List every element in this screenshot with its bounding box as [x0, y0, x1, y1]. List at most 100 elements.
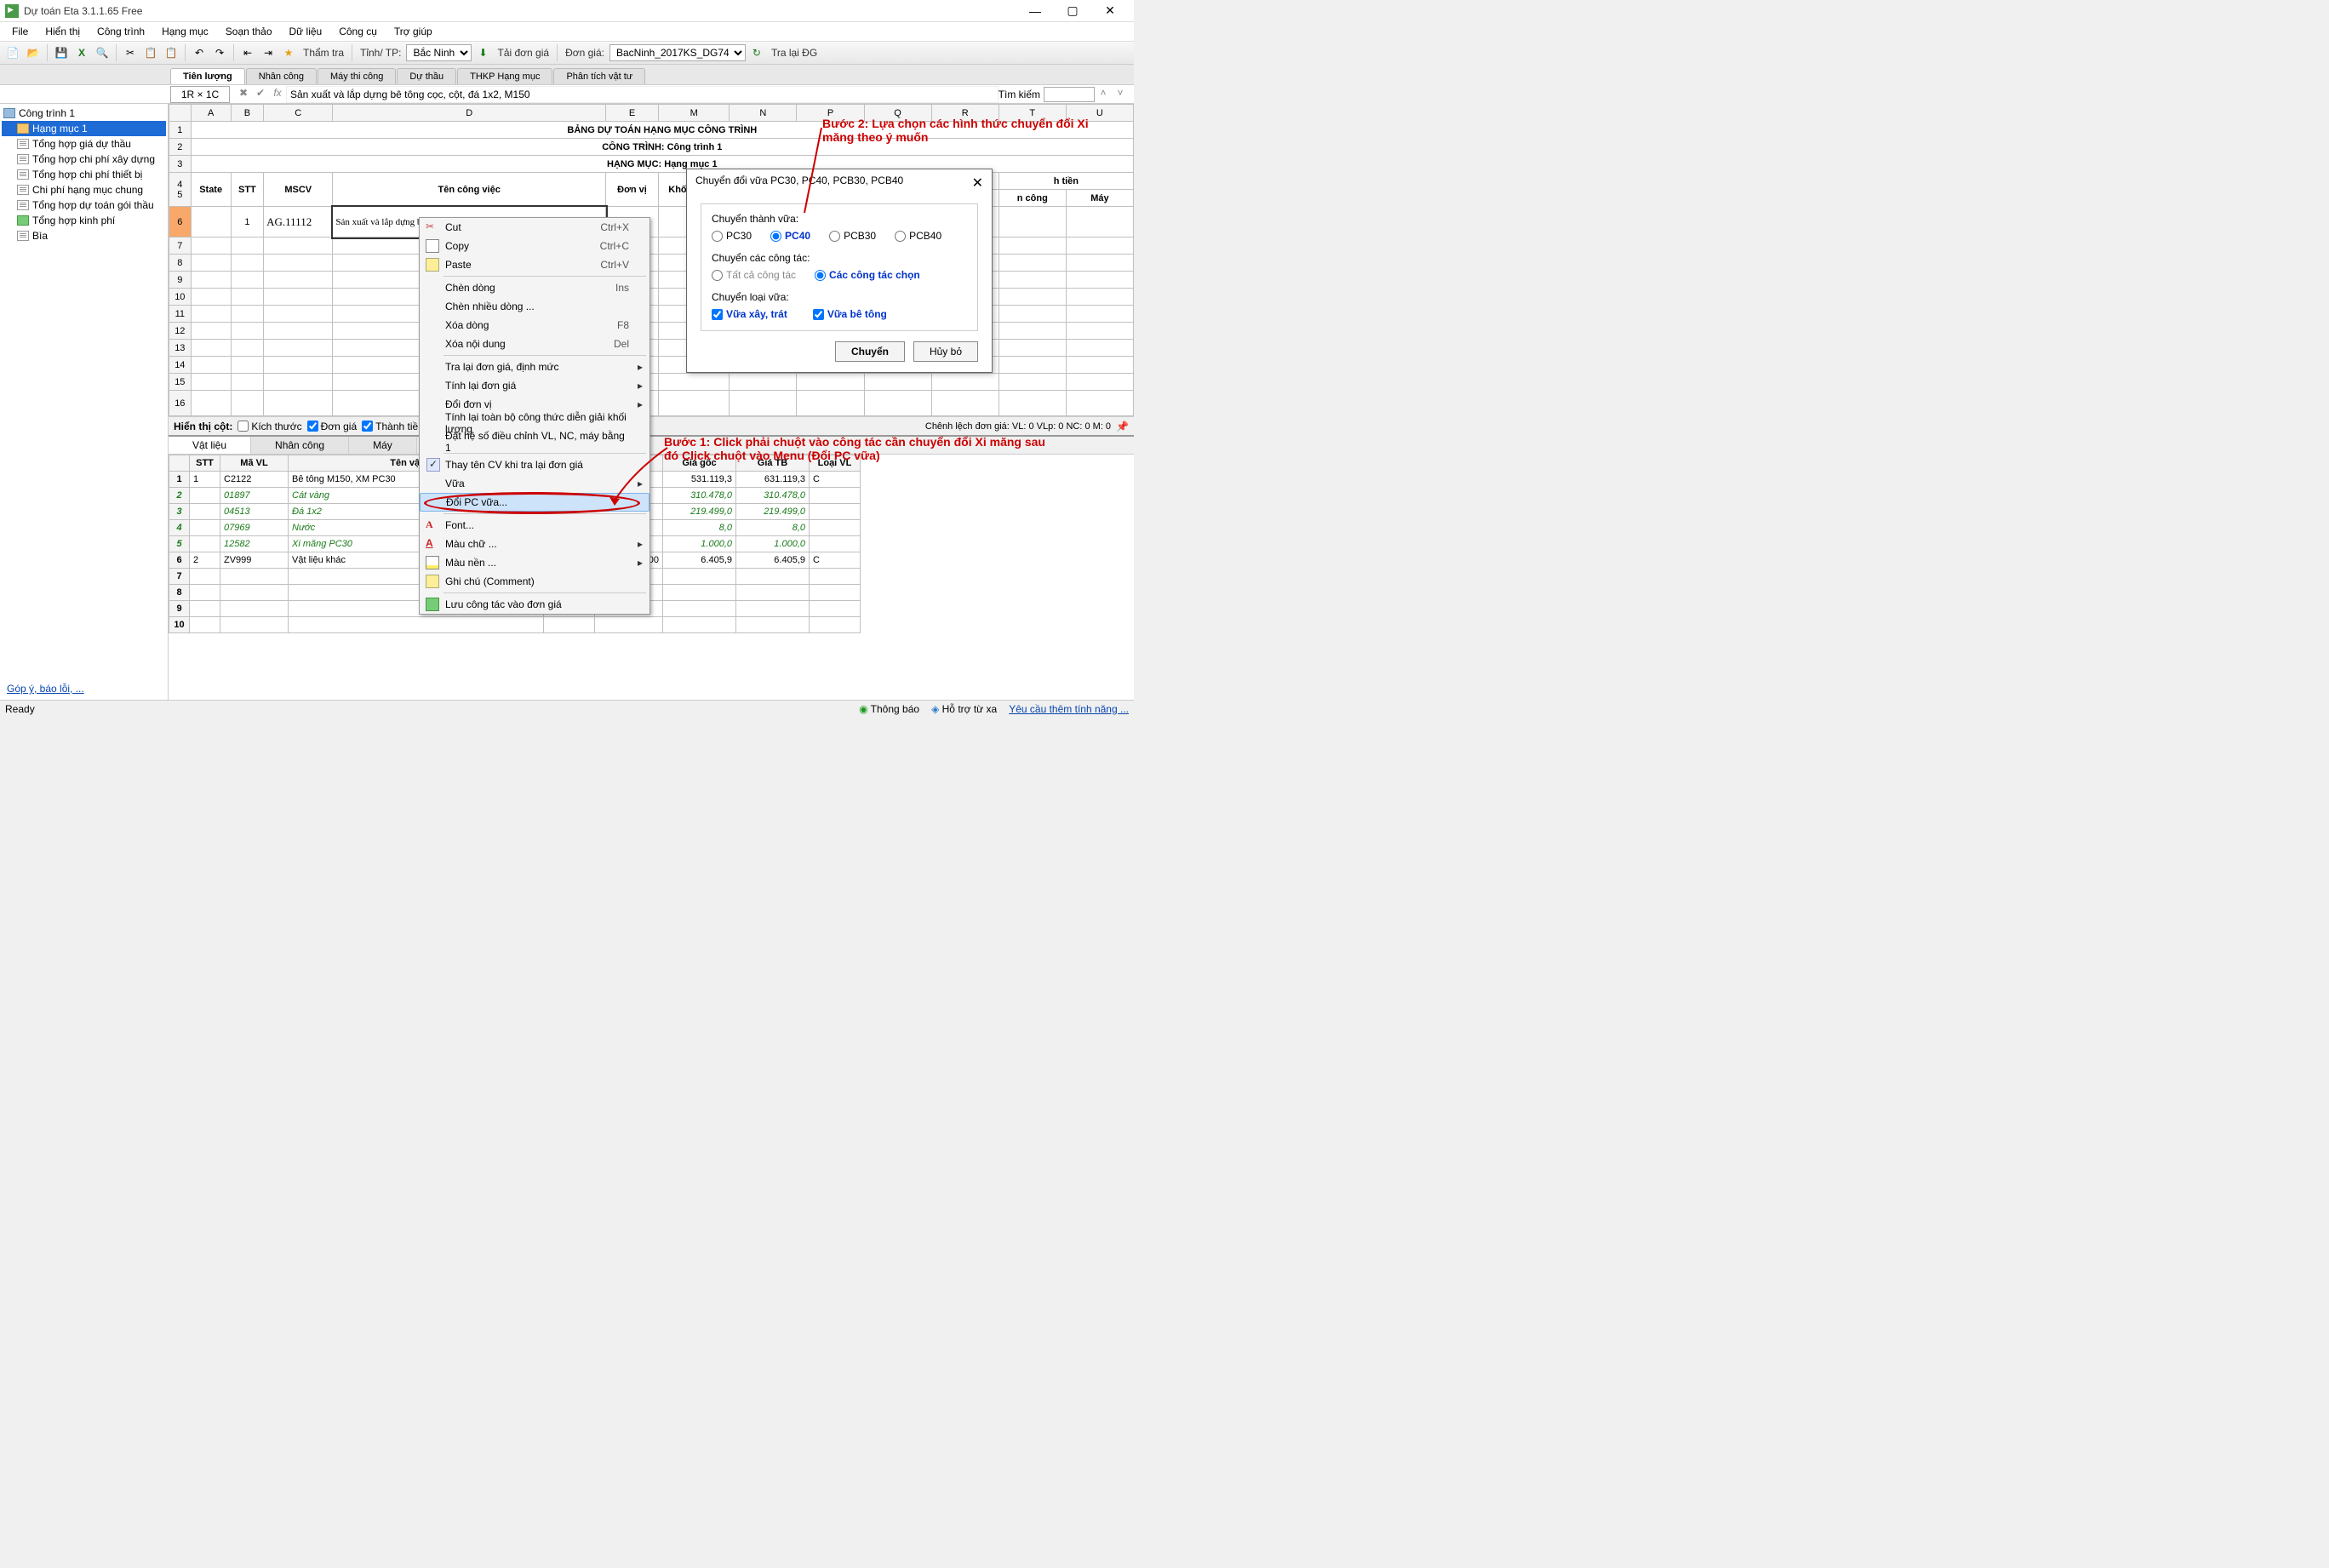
formula-bar: 1R × 1C ✖ ✔ fx Sản xuất và lắp dựng bê t… [0, 85, 1134, 104]
ctx-x-a-d-ng[interactable]: Xóa dòngF8 [420, 316, 649, 335]
ctx-font-[interactable]: AFont... [420, 516, 649, 535]
ctx-x-a-n-i-dung[interactable]: Xóa nội dungDel [420, 335, 649, 353]
ctx-l-u-c-ng-t-c-v-o-n-gi-[interactable]: Lưu công tác vào đơn giá [420, 595, 649, 614]
ctx-copy[interactable]: CopyCtrl+C [420, 237, 649, 255]
indent-right-icon[interactable]: ⇥ [259, 43, 278, 62]
dialog-close-icon[interactable]: ✕ [972, 175, 983, 192]
radio-selected-tasks[interactable]: Các công tác chọn [815, 269, 920, 281]
ctx--i-pc-v-a-[interactable]: Đổi PC vữa... [420, 493, 649, 512]
download-icon[interactable]: ⬇ [473, 43, 492, 62]
paste-icon[interactable]: 📋 [162, 43, 180, 62]
menu-cong-cu[interactable]: Công cụ [330, 24, 386, 39]
ctx-ch-n-d-ng[interactable]: Chèn dòngIns [420, 278, 649, 297]
star-icon[interactable]: ★ [279, 43, 298, 62]
tree-item[interactable]: Bìa [2, 228, 166, 243]
maximize-button[interactable]: ▢ [1054, 1, 1091, 21]
chk-kich-thuoc[interactable]: Kích thước [237, 421, 301, 432]
ctx-v-a[interactable]: Vữa [420, 474, 649, 493]
dialog-title: Chuyển đổi vữa PC30, PC40, PCB30, PCB40 [695, 175, 903, 192]
minimize-button[interactable]: — [1016, 1, 1054, 21]
chk-thanh-tien[interactable]: Thành tiền [362, 421, 424, 432]
chk-vua-xay[interactable]: Vữa xây, trát [712, 308, 787, 320]
fx-icon[interactable]: fx [270, 87, 285, 102]
ctx--t-h-s-i-u-ch-nh-vl-nc-m-y-b-ng-1[interactable]: Đặt hệ số điều chỉnh VL, NC, máy bằng 1 [420, 432, 649, 451]
convert-button[interactable]: Chuyển [835, 341, 905, 362]
refresh-icon[interactable]: ↻ [747, 43, 766, 62]
feedback-link[interactable]: Góp ý, báo lỗi, ... [2, 679, 166, 698]
request-feature-link[interactable]: Yêu cầu thêm tính năng ... [1009, 703, 1129, 715]
subtab-nhan-cong[interactable]: Nhân công [251, 437, 349, 454]
close-button[interactable]: ✕ [1091, 1, 1129, 21]
push-pin-icon[interactable]: 📌 [1116, 421, 1129, 432]
radio-pcb30[interactable]: PCB30 [829, 230, 876, 242]
preview-icon[interactable]: 🔍 [93, 43, 112, 62]
menu-file[interactable]: File [3, 24, 37, 39]
province-select[interactable]: Bắc Ninh [406, 44, 472, 61]
radio-pc40[interactable]: PC40 [770, 230, 810, 242]
menu-soan-thao[interactable]: Soạn thảo [217, 24, 281, 39]
menu-hien-thi[interactable]: Hiển thị [37, 24, 89, 39]
new-icon[interactable]: 📄 [3, 43, 22, 62]
column-filter-row: Hiển thị cột: Kích thước Đơn giá Thành t… [169, 416, 1134, 435]
tab-tien-luong[interactable]: Tiên lượng [170, 68, 245, 84]
chk-don-gia[interactable]: Đơn giá [307, 421, 358, 432]
subtab-may[interactable]: Máy [349, 437, 417, 454]
undo-icon[interactable]: ↶ [190, 43, 209, 62]
search-input[interactable] [1044, 87, 1095, 102]
radio-pc30[interactable]: PC30 [712, 230, 752, 242]
tree-item[interactable]: Tổng hợp giá dự thầu [2, 136, 166, 152]
cancel-button[interactable]: Hủy bỏ [913, 341, 978, 362]
tab-du-thau[interactable]: Dự thầu [397, 68, 456, 84]
tree-item[interactable]: Tổng hợp chi phí thiết bị [2, 167, 166, 182]
radio-all-tasks[interactable]: Tất cả công tác [712, 269, 796, 281]
tree-hang-muc-1[interactable]: Hạng mục 1 [2, 121, 166, 136]
cancel-icon[interactable]: ✖ [236, 87, 251, 102]
redo-icon[interactable]: ↷ [210, 43, 229, 62]
menu-cong-trinh[interactable]: Công trình [89, 24, 153, 39]
price-select[interactable]: BacNinh_2017KS_DG748 [609, 44, 746, 61]
menu-hang-muc[interactable]: Hạng mục [153, 24, 217, 39]
status-thong-bao[interactable]: ◉ Thông báo [859, 703, 919, 715]
copy-icon[interactable]: 📋 [141, 43, 160, 62]
lookup-price-button[interactable]: Tra lại ĐG [768, 47, 821, 59]
thamtra-button[interactable]: Thẩm tra [300, 47, 347, 59]
menubar: File Hiển thị Công trình Hạng mục Soạn t… [0, 22, 1134, 41]
download-price-button[interactable]: Tải đơn giá [494, 47, 552, 59]
cell-reference[interactable]: 1R × 1C [170, 86, 230, 103]
status-ho-tro[interactable]: ◈ Hỗ trợ từ xa [931, 703, 997, 715]
ctx-t-nh-l-i-n-gi-[interactable]: Tính lại đơn giá [420, 376, 649, 395]
tree-item[interactable]: Tổng hợp chi phí xây dựng [2, 152, 166, 167]
ctx-ghi-ch-comment-[interactable]: Ghi chú (Comment) [420, 572, 649, 591]
menu-tro-giup[interactable]: Trợ giúp [386, 24, 441, 39]
tab-may-thi-cong[interactable]: Máy thi công [318, 68, 396, 84]
tree-item[interactable]: Chi phí hạng mục chung [2, 182, 166, 197]
ctx-tra-l-i-n-gi-nh-m-c[interactable]: Tra lại đơn giá, định mức [420, 358, 649, 376]
grid-subtitle: CÔNG TRÌNH: Công trình 1 [191, 139, 1133, 156]
search-down-icon[interactable]: ˅ [1113, 87, 1128, 102]
save-icon[interactable]: 💾 [52, 43, 71, 62]
ctx-thay-t-n-cv-khi-tra-l-i-n-gi-[interactable]: Thay tên CV khi tra lại đơn giá [420, 455, 649, 474]
open-icon[interactable]: 📂 [24, 43, 43, 62]
search-up-icon[interactable]: ˄ [1096, 87, 1111, 102]
tab-nhan-cong[interactable]: Nhân công [246, 68, 317, 84]
ctx-cut[interactable]: ✂CutCtrl+X [420, 218, 649, 237]
confirm-icon[interactable]: ✔ [253, 87, 268, 102]
tree-item[interactable]: Tổng hợp kinh phí [2, 213, 166, 228]
tab-phan-tich[interactable]: Phân tích vật tư [553, 68, 645, 84]
excel-icon[interactable]: X [72, 43, 91, 62]
tree-item[interactable]: Tổng hợp dự toán gói thầu [2, 197, 166, 213]
subtab-vat-lieu[interactable]: Vật liệu [169, 437, 251, 454]
ctx-m-u-ch-[interactable]: AMàu chữ ... [420, 535, 649, 553]
tree-root[interactable]: Công trình 1 [2, 106, 166, 121]
ctx-ch-n-nhi-u-d-ng-[interactable]: Chèn nhiều dòng ... [420, 297, 649, 316]
radio-pcb40[interactable]: PCB40 [895, 230, 941, 242]
cut-icon[interactable]: ✂ [121, 43, 140, 62]
convert-pc-dialog: Chuyển đổi vữa PC30, PC40, PCB30, PCB40 ✕… [686, 169, 993, 373]
indent-left-icon[interactable]: ⇤ [238, 43, 257, 62]
tab-thkp[interactable]: THKP Hạng mục [457, 68, 552, 84]
formula-input[interactable]: Sản xuất và lắp dựng bê tông cọc, cột, đ… [286, 86, 999, 103]
chk-vua-be-tong[interactable]: Vữa bê tông [813, 308, 887, 320]
menu-du-lieu[interactable]: Dữ liệu [281, 24, 331, 39]
ctx-paste[interactable]: PasteCtrl+V [420, 255, 649, 274]
ctx-m-u-n-n-[interactable]: Màu nền ... [420, 553, 649, 572]
